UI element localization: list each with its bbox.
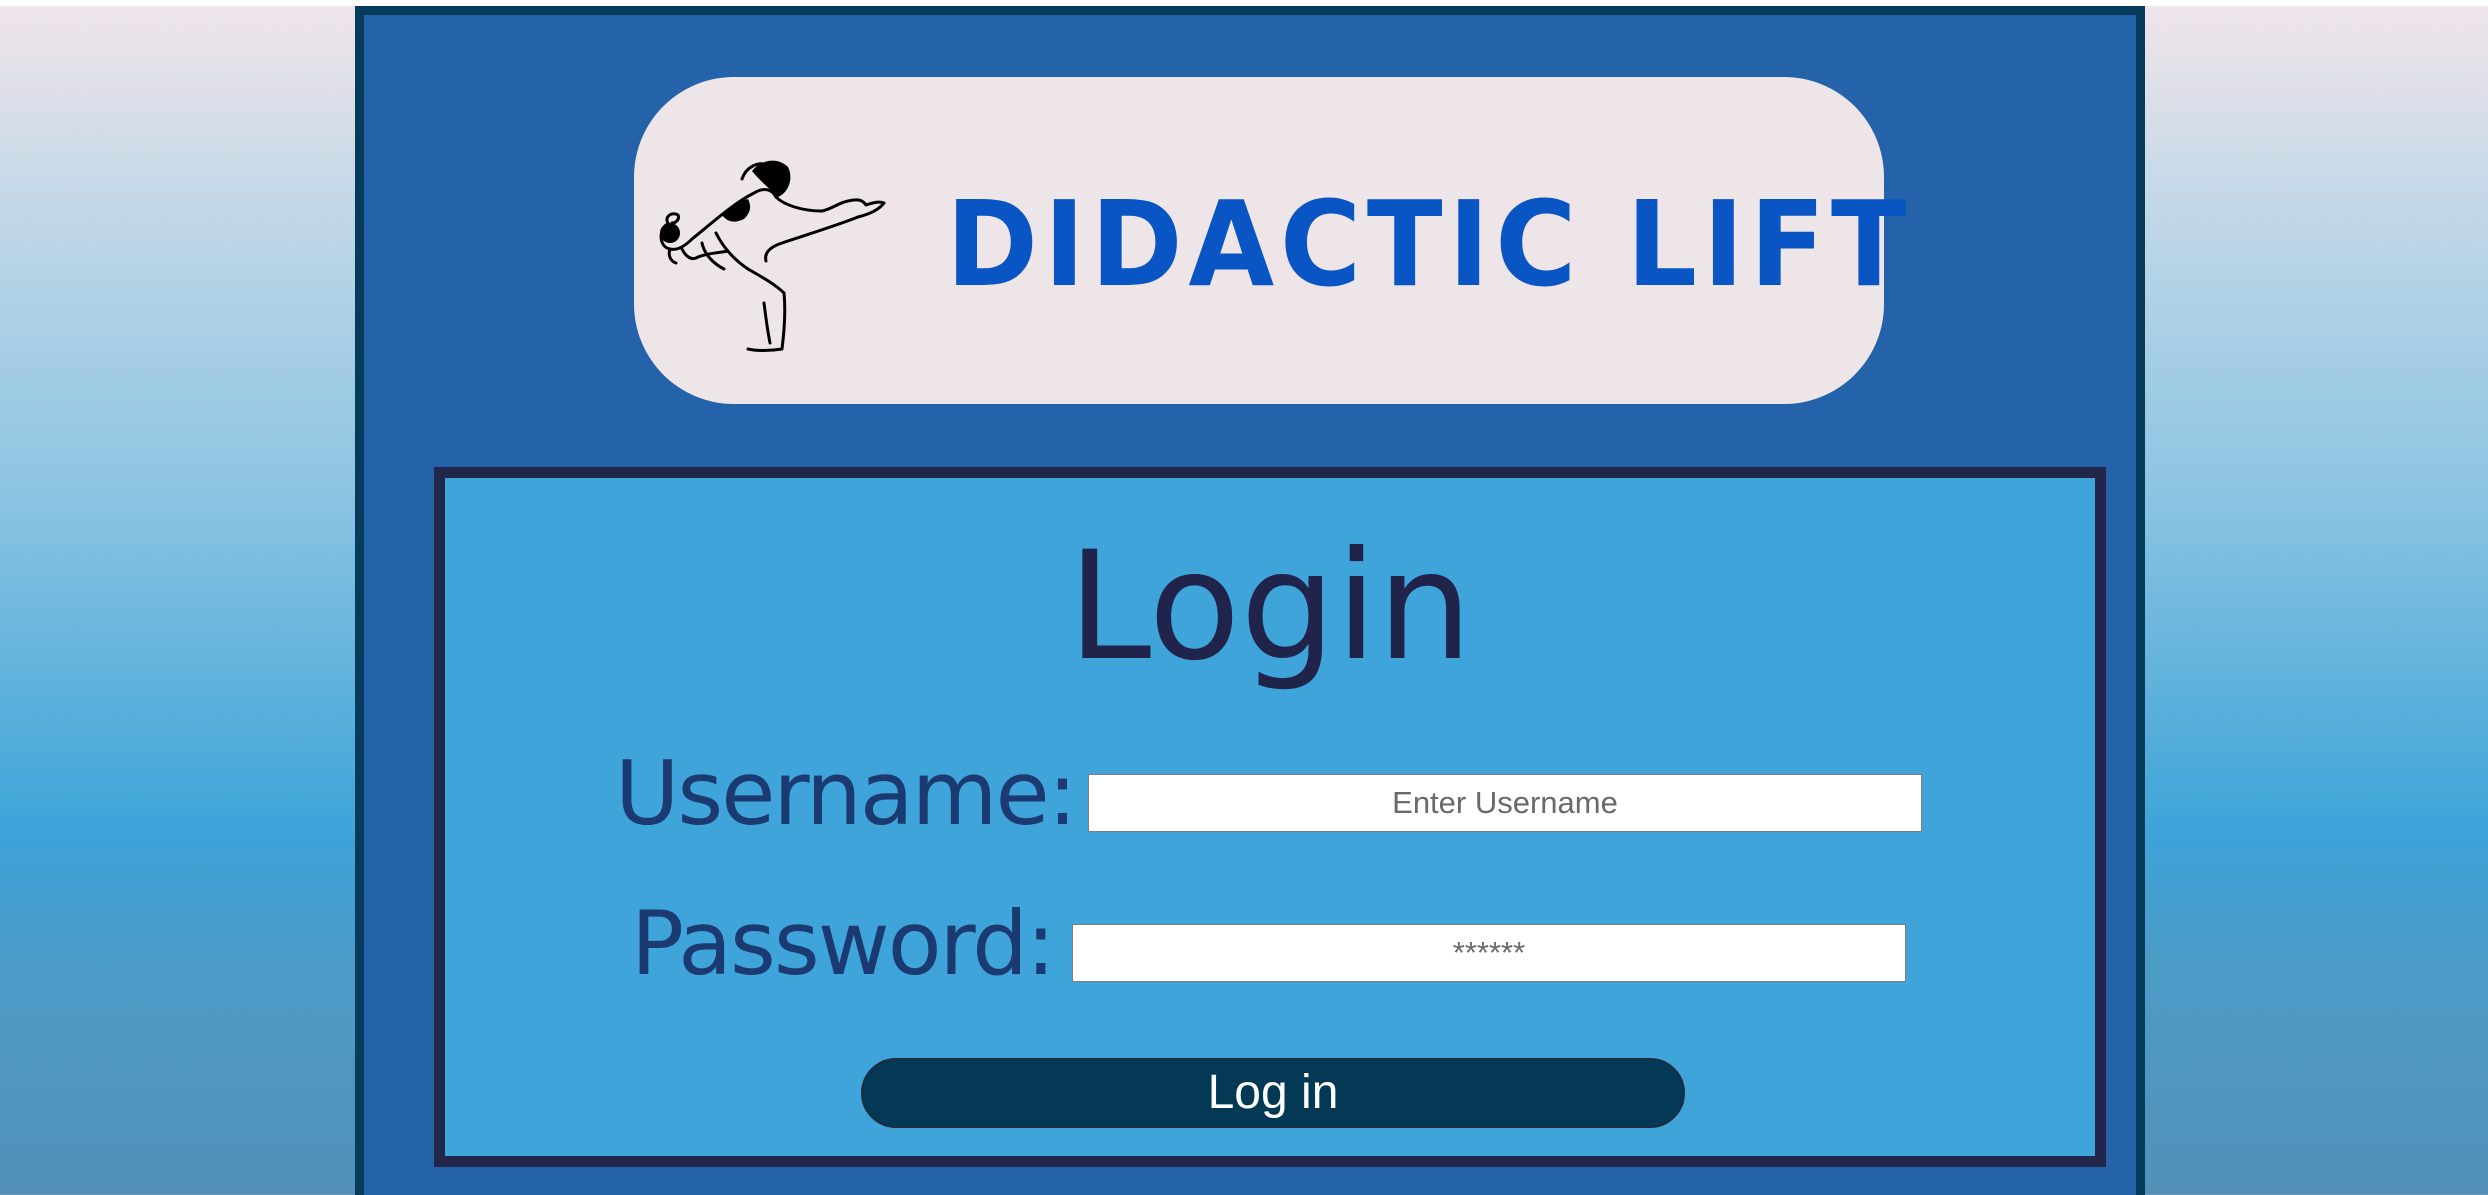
username-input[interactable] [1088,774,1922,832]
password-label: Password: [631,892,1056,995]
main-panel: DIDACTIC LIFT Login Username: Password: … [355,6,2145,1195]
login-button[interactable]: Log in [861,1058,1685,1128]
brand-logo: DIDACTIC LIFT [634,77,1907,404]
login-form: Login Username: Password: Log in [434,467,2106,1167]
login-title: Login [1067,520,1473,694]
brand-name: DIDACTIC LIFT [946,175,1913,313]
username-label: Username: [615,742,1077,845]
yoga-figure-icon [659,160,886,352]
password-input[interactable] [1072,924,1906,982]
